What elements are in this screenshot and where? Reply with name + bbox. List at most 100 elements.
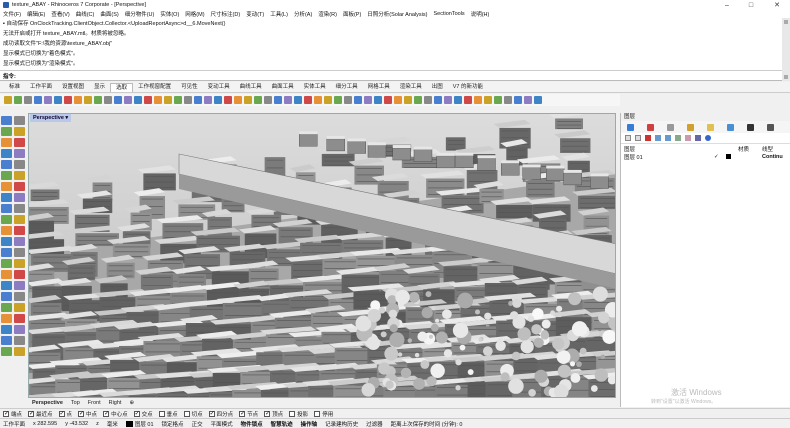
tool-icon[interactable] <box>14 292 25 301</box>
menu-surface[interactable]: 曲面(S) <box>100 10 118 18</box>
select-tool-icon[interactable] <box>374 96 382 104</box>
select-tool-icon[interactable] <box>64 96 72 104</box>
ridge-building-mesh[interactable] <box>477 158 496 171</box>
tool-icon[interactable] <box>1 127 12 136</box>
select-tool-icon[interactable] <box>444 96 452 104</box>
osnap-option[interactable]: 中心点 <box>103 410 128 418</box>
perspective-viewport[interactable]: Perspective ▾ <box>28 113 616 398</box>
checkbox-icon[interactable] <box>208 410 215 417</box>
status-smarttrack[interactable]: 智慧轨迹 <box>271 420 293 428</box>
checkbox-icon[interactable] <box>78 410 84 417</box>
select-tool-icon[interactable] <box>354 96 362 104</box>
tab-cplanes[interactable]: 工作平面 <box>25 83 57 92</box>
tool-icon[interactable] <box>1 270 12 279</box>
tool-icon[interactable] <box>14 237 25 246</box>
move-up-icon[interactable] <box>655 135 661 141</box>
tool-icon[interactable] <box>14 116 25 125</box>
tool-icon[interactable] <box>14 193 25 202</box>
select-tool-icon[interactable] <box>14 96 22 104</box>
tool-icon[interactable] <box>1 281 12 290</box>
checkbox-icon[interactable] <box>133 410 140 417</box>
history-scrollbar[interactable] <box>782 18 790 81</box>
menu-tools[interactable]: 工具(L) <box>270 10 288 18</box>
tab-solid-tools[interactable]: 实体工具 <box>299 83 331 92</box>
menu-panels[interactable]: 面板(P) <box>343 10 361 18</box>
select-tool-icon[interactable] <box>434 96 442 104</box>
tab-display[interactable]: 显示 <box>89 83 110 92</box>
osnap-option[interactable]: 中点 <box>78 410 97 418</box>
tool-icon[interactable] <box>1 182 12 191</box>
tab-set-view[interactable]: 设置视图 <box>57 83 89 92</box>
osnap-option[interactable]: 顶点 <box>264 410 283 418</box>
building-mesh[interactable] <box>156 215 204 241</box>
tool-icon[interactable] <box>1 325 12 334</box>
tool-icon[interactable] <box>14 182 25 191</box>
col-color[interactable] <box>723 145 735 153</box>
layer-color-swatch[interactable] <box>723 153 735 161</box>
col-layer[interactable]: 图层 <box>621 145 711 153</box>
select-tool-icon[interactable] <box>504 96 512 104</box>
ridge-building-mesh[interactable] <box>436 155 455 169</box>
tool-icon[interactable] <box>1 215 12 224</box>
tool-icon[interactable] <box>1 149 12 158</box>
help-panel-icon[interactable] <box>767 123 774 131</box>
tool-icon[interactable] <box>14 303 25 312</box>
checkbox-icon[interactable] <box>314 410 321 417</box>
osnap-option[interactable]: 点 <box>58 410 72 418</box>
select-tool-icon[interactable] <box>34 96 42 104</box>
select-tool-icon[interactable] <box>514 96 522 104</box>
osnap-option[interactable]: 停用 <box>314 410 333 418</box>
menu-mesh[interactable]: 网格(M) <box>185 10 204 18</box>
checkbox-icon[interactable] <box>158 410 165 417</box>
col-visible[interactable] <box>711 145 723 153</box>
tab-visibility[interactable]: 可见性 <box>176 83 203 92</box>
osnap-option[interactable]: 端点 <box>3 410 22 418</box>
tool-icon[interactable] <box>14 138 25 147</box>
select-tool-icon[interactable] <box>144 96 152 104</box>
select-tool-icon[interactable] <box>404 96 412 104</box>
status-ortho[interactable]: 正交 <box>192 420 203 428</box>
units[interactable]: 毫米 <box>107 420 118 428</box>
select-tool-icon[interactable] <box>194 96 202 104</box>
tool-icon[interactable] <box>1 303 12 312</box>
tool-icon[interactable] <box>1 237 12 246</box>
building-mesh[interactable] <box>29 198 69 224</box>
select-tool-icon[interactable] <box>214 96 222 104</box>
ridge-building-mesh[interactable] <box>347 141 366 154</box>
osnap-option[interactable]: 投影 <box>289 410 308 418</box>
layer-help-icon[interactable] <box>705 135 711 141</box>
menu-edit[interactable]: 编辑(E) <box>27 10 45 18</box>
layer-name[interactable]: 图层 01 <box>621 153 711 161</box>
city-mesh-model[interactable] <box>29 114 616 398</box>
tool-icon[interactable] <box>1 138 12 147</box>
menu-sectiontools[interactable]: SectionTools <box>434 11 465 17</box>
select-tool-icon[interactable] <box>524 96 532 104</box>
col-linetype[interactable]: 线型 <box>759 145 789 153</box>
tab-render-tools[interactable]: 渲染工具 <box>395 83 427 92</box>
ridge-building-mesh[interactable] <box>455 155 474 168</box>
close-button[interactable]: ✕ <box>768 0 786 10</box>
menu-transform[interactable]: 变动(T) <box>246 10 264 18</box>
tab-new-in-v7[interactable]: V7 的新功能 <box>448 83 488 92</box>
tab-curve-tools[interactable]: 曲线工具 <box>235 83 267 92</box>
osnap-option[interactable]: 节点 <box>239 410 258 418</box>
layer-current-check[interactable]: ✓ <box>711 153 723 161</box>
tool-icon[interactable] <box>1 160 12 169</box>
select-tool-icon[interactable] <box>124 96 132 104</box>
select-tool-icon[interactable] <box>234 96 242 104</box>
checkbox-icon[interactable] <box>58 410 65 417</box>
select-tool-icon[interactable] <box>94 96 102 104</box>
menu-solar-analysis[interactable]: 日照分析(Solar Analysis) <box>367 10 427 18</box>
menu-help[interactable]: 说明(H) <box>471 10 490 18</box>
status-gumball[interactable]: 操作轴 <box>301 420 318 428</box>
checkbox-icon[interactable] <box>289 410 296 417</box>
select-tool-icon[interactable] <box>284 96 292 104</box>
tool-icon[interactable] <box>1 171 12 180</box>
tool-icon[interactable] <box>14 226 25 235</box>
menu-solid[interactable]: 实体(O) <box>160 10 179 18</box>
tool-icon[interactable] <box>1 193 12 202</box>
new-layer-icon[interactable] <box>625 135 631 141</box>
menu-analyze[interactable]: 分析(A) <box>294 10 312 18</box>
libraries-icon[interactable] <box>727 123 734 131</box>
minimize-button[interactable]: – <box>718 0 736 10</box>
